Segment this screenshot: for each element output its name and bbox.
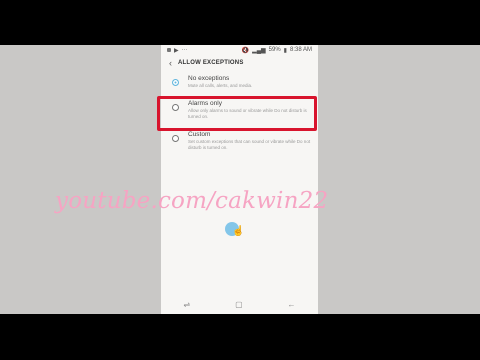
video-letterbox-top (0, 0, 480, 45)
home-icon[interactable]: ▢ (235, 300, 243, 309)
option-description: Set custom exceptions that can sound or … (188, 139, 311, 150)
highlight-box (157, 96, 317, 131)
option-label: Custom (188, 131, 211, 138)
option-description: Mute all calls, alerts, and media. (188, 83, 253, 88)
battery-level: 59% (268, 47, 281, 53)
mute-icon: 🔇 (241, 47, 250, 54)
radio-custom[interactable] (172, 135, 179, 142)
video-letterbox-bottom (0, 314, 480, 360)
signal-icon: ▂▄▆ (252, 47, 266, 54)
phone-screen: ▶ ··· 🔇 ▂▄▆ 59% ▮ 8:38 AM ‹ ALLOW EXCEPT… (161, 45, 318, 314)
arrow-left-icon[interactable]: ‹ (169, 58, 172, 68)
back-icon[interactable]: ← (288, 300, 296, 309)
radio-no-exceptions[interactable] (172, 79, 179, 86)
option-label: No exceptions (188, 75, 230, 82)
recent-apps-icon[interactable]: ⇌ (183, 300, 190, 309)
page-title: ALLOW EXCEPTIONS (178, 60, 244, 66)
status-bar: ▶ ··· 🔇 ▂▄▆ 59% ▮ 8:38 AM (161, 45, 318, 55)
hand-cursor-icon: ☝ (232, 226, 245, 237)
play-icon: ▶ (174, 47, 179, 54)
more-icon: ··· (181, 47, 188, 53)
image-icon (167, 48, 171, 52)
clock: 8:38 AM (289, 47, 312, 53)
channel-watermark: youtube.com/cakwin22 (55, 188, 329, 214)
navigation-bar: ⇌ ▢ ← (161, 295, 318, 314)
option-no-exceptions[interactable]: No exceptions Mute all calls, alerts, an… (161, 75, 318, 89)
battery-icon: ▮ (283, 47, 287, 54)
option-custom[interactable]: Custom Set custom exceptions that can so… (161, 131, 318, 150)
app-header: ‹ ALLOW EXCEPTIONS (161, 55, 318, 71)
